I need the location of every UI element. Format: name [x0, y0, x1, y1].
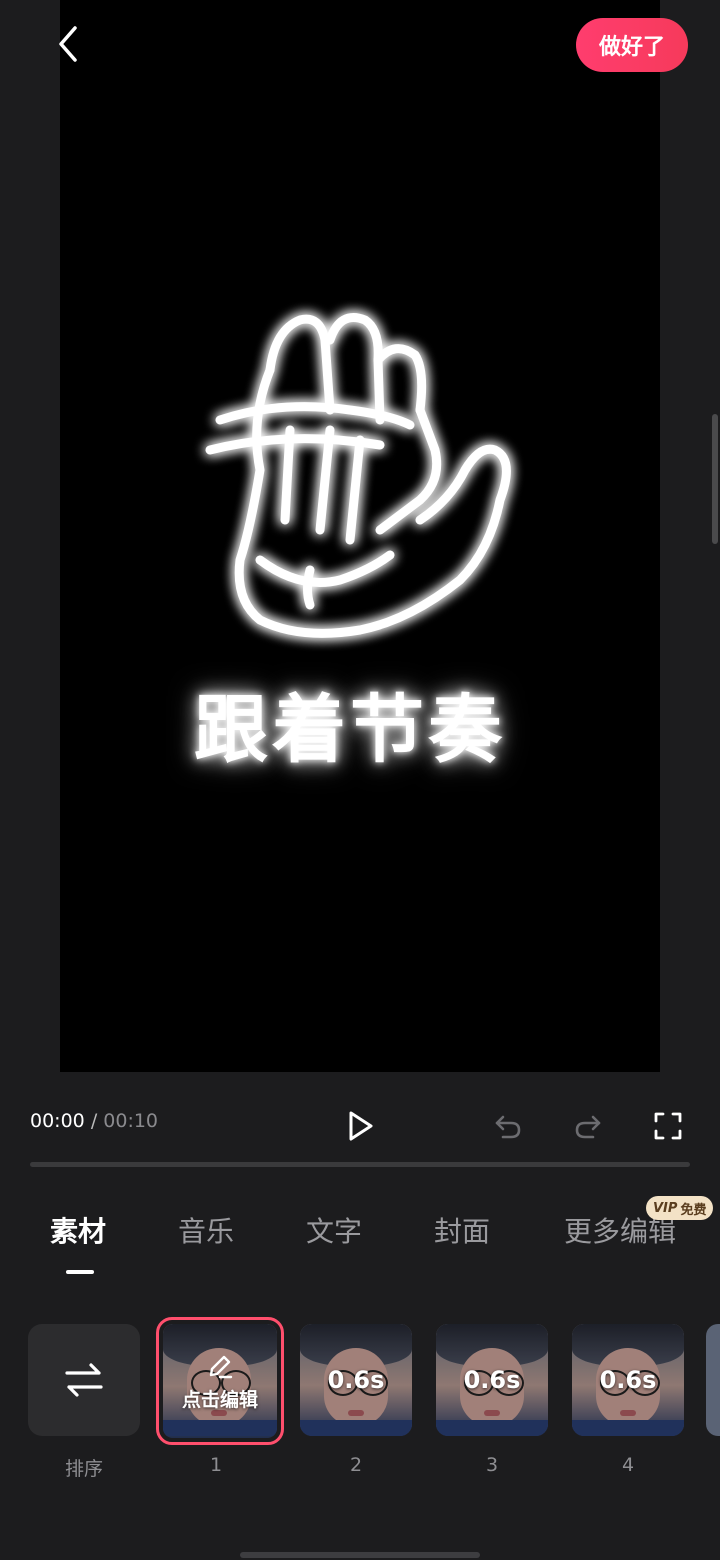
- pencil-icon: [209, 1355, 233, 1378]
- redo-button[interactable]: [568, 1106, 608, 1146]
- tap-to-edit-label: 点击编辑: [181, 1388, 258, 1411]
- sort-label: 排序: [64, 1458, 103, 1480]
- active-tab-indicator: [66, 1270, 94, 1274]
- swap-arrows-icon: [65, 1363, 103, 1397]
- back-button[interactable]: [44, 20, 92, 68]
- fullscreen-icon: [654, 1112, 682, 1140]
- time-display: 00:00 / 00:10: [30, 1110, 158, 1132]
- home-indicator: [240, 1552, 480, 1558]
- player-controls: 00:00 / 00:10: [0, 1090, 720, 1160]
- tab-material[interactable]: 素材: [50, 1210, 106, 1250]
- undo-button[interactable]: [488, 1106, 528, 1146]
- video-preview[interactable]: 跟着节奏: [60, 0, 660, 1072]
- tab-music[interactable]: 音乐: [178, 1210, 234, 1250]
- clip-number: 1: [209, 1454, 223, 1476]
- clip-number: 3: [485, 1454, 499, 1476]
- clip-duration: 0.6s: [599, 1366, 657, 1394]
- playback-progress-bar[interactable]: [30, 1162, 690, 1167]
- clip-number: 2: [349, 1454, 363, 1476]
- vip-label: VIP: [653, 1200, 678, 1216]
- clip-5-thumbnail-partial[interactable]: [706, 1324, 720, 1436]
- clip-strip: 排序 点击编辑 1 0.6s 2 0.6s 3 0.6s 4: [0, 1317, 720, 1492]
- clip-duration: 0.6s: [327, 1366, 385, 1394]
- time-separator: /: [90, 1110, 98, 1132]
- play-icon: [349, 1111, 373, 1141]
- chevron-left-icon: [59, 26, 77, 62]
- vip-free-badge: VIP 免费: [646, 1196, 714, 1220]
- preview-overlay-text: 跟着节奏: [194, 687, 506, 773]
- current-time: 00:00: [30, 1110, 85, 1132]
- clip-duration: 0.6s: [463, 1366, 521, 1394]
- sort-button[interactable]: [28, 1324, 140, 1436]
- clip-3-thumbnail[interactable]: 0.6s: [436, 1324, 548, 1436]
- free-label: 免费: [680, 1202, 707, 1218]
- clip-2-thumbnail[interactable]: 0.6s: [300, 1324, 412, 1436]
- fullscreen-button[interactable]: [648, 1106, 688, 1146]
- tab-text[interactable]: 文字: [306, 1210, 362, 1250]
- done-button[interactable]: 做好了: [576, 18, 688, 72]
- undo-icon: [495, 1115, 521, 1139]
- clip-number: 4: [621, 1454, 635, 1476]
- total-duration: 00:10: [103, 1110, 159, 1132]
- play-button[interactable]: [340, 1106, 380, 1146]
- clip-1-thumbnail[interactable]: 点击编辑: [156, 1317, 284, 1445]
- clip-4-thumbnail[interactable]: 0.6s: [572, 1324, 684, 1436]
- redo-icon: [575, 1115, 601, 1139]
- editor-tabs: 素材 音乐 文字 封面 更多编辑: [0, 1210, 720, 1270]
- scrollbar[interactable]: [712, 414, 718, 544]
- tab-cover[interactable]: 封面: [434, 1210, 490, 1250]
